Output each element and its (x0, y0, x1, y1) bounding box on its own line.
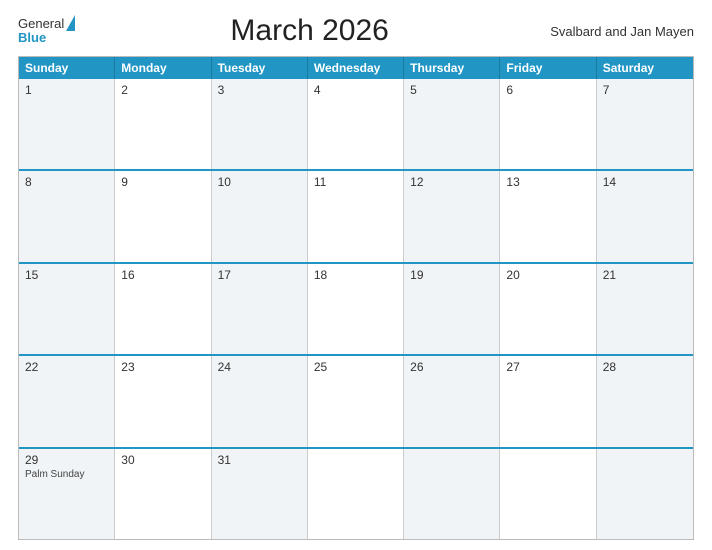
day-number-19: 19 (410, 268, 493, 282)
day-10: 10 (212, 171, 308, 261)
header-monday: Monday (115, 57, 211, 79)
day-number-2: 2 (121, 83, 204, 97)
day-22: 22 (19, 356, 115, 446)
day-event: Palm Sunday (25, 469, 108, 481)
day-number-6: 6 (506, 83, 589, 97)
day-1: 1 (19, 79, 115, 169)
day-7: 7 (597, 79, 693, 169)
region-label: Svalbard and Jan Mayen (544, 24, 694, 39)
day-number-27: 27 (506, 360, 589, 374)
day-6: 6 (500, 79, 596, 169)
day-25: 25 (308, 356, 404, 446)
day-number-17: 17 (218, 268, 301, 282)
empty-day-w4-d6 (597, 449, 693, 539)
day-number-30: 30 (121, 453, 204, 467)
day-31: 31 (212, 449, 308, 539)
day-number-9: 9 (121, 175, 204, 189)
header-wednesday: Wednesday (308, 57, 404, 79)
day-15: 15 (19, 264, 115, 354)
calendar-page: General Blue March 2026 Svalbard and Jan… (0, 0, 712, 550)
week-row-1: 1234567 (19, 79, 693, 169)
week-row-3: 15 16 17 18 19 20 21 (19, 262, 693, 354)
day-16: 16 (115, 264, 211, 354)
header-tuesday: Tuesday (212, 57, 308, 79)
day-number-20: 20 (506, 268, 589, 282)
logo-text-wrapper: General Blue (18, 17, 64, 46)
day-29: 29 Palm Sunday (19, 449, 115, 539)
day-number-4: 4 (314, 83, 397, 97)
logo-line2: Blue (18, 31, 46, 45)
day-28: 28 (597, 356, 693, 446)
day-30: 30 (115, 449, 211, 539)
day-number-24: 24 (218, 360, 301, 374)
week-row-2: 89 10 11 12 13 14 (19, 169, 693, 261)
header-thursday: Thursday (404, 57, 500, 79)
day-number-11: 11 (314, 175, 397, 189)
day-24: 24 (212, 356, 308, 446)
calendar-header-row: Sunday Monday Tuesday Wednesday Thursday… (19, 57, 693, 79)
empty-day-w4-d4 (404, 449, 500, 539)
day-number-15: 15 (25, 268, 108, 282)
day-number-8: 8 (25, 175, 108, 189)
day-5: 5 (404, 79, 500, 169)
empty-day-w4-d3 (308, 449, 404, 539)
day-14: 14 (597, 171, 693, 261)
header-friday: Friday (500, 57, 596, 79)
day-number-25: 25 (314, 360, 397, 374)
header-saturday: Saturday (597, 57, 693, 79)
day-19: 19 (404, 264, 500, 354)
logo: General Blue (18, 17, 75, 46)
day-3: 3 (212, 79, 308, 169)
day-4: 4 (308, 79, 404, 169)
day-number-22: 22 (25, 360, 108, 374)
calendar-title: March 2026 (75, 14, 544, 48)
day-number-31: 31 (218, 453, 301, 467)
day-number-14: 14 (603, 175, 687, 189)
day-number-16: 16 (121, 268, 204, 282)
logo-triangle-icon (66, 15, 75, 31)
day-23: 23 (115, 356, 211, 446)
page-header: General Blue March 2026 Svalbard and Jan… (18, 14, 694, 48)
day-number-26: 26 (410, 360, 493, 374)
day-18: 18 (308, 264, 404, 354)
day-17: 17 (212, 264, 308, 354)
calendar-grid: Sunday Monday Tuesday Wednesday Thursday… (18, 56, 694, 540)
day-number-18: 18 (314, 268, 397, 282)
header-sunday: Sunday (19, 57, 115, 79)
day-number-13: 13 (506, 175, 589, 189)
day-number-1: 1 (25, 83, 108, 97)
day-13: 13 (500, 171, 596, 261)
day-number-10: 10 (218, 175, 301, 189)
day-number-21: 21 (603, 268, 687, 282)
week-row-5: 29 Palm Sunday 30 31 (19, 447, 693, 539)
day-number-7: 7 (603, 83, 687, 97)
day-number-5: 5 (410, 83, 493, 97)
day-11: 11 (308, 171, 404, 261)
day-26: 26 (404, 356, 500, 446)
day-2: 2 (115, 79, 211, 169)
day-number-3: 3 (218, 83, 301, 97)
day-9: 9 (115, 171, 211, 261)
week-row-4: 22 23 24 25 26 27 28 (19, 354, 693, 446)
day-number-28: 28 (603, 360, 687, 374)
day-number-29: 29 (25, 453, 108, 467)
logo-line1: General (18, 17, 64, 31)
day-21: 21 (597, 264, 693, 354)
day-8: 8 (19, 171, 115, 261)
empty-day-w4-d5 (500, 449, 596, 539)
day-number-23: 23 (121, 360, 204, 374)
day-20: 20 (500, 264, 596, 354)
calendar-body: 1234567891011121314151617181920212223242… (19, 79, 693, 539)
day-27: 27 (500, 356, 596, 446)
day-12: 12 (404, 171, 500, 261)
day-number-12: 12 (410, 175, 493, 189)
